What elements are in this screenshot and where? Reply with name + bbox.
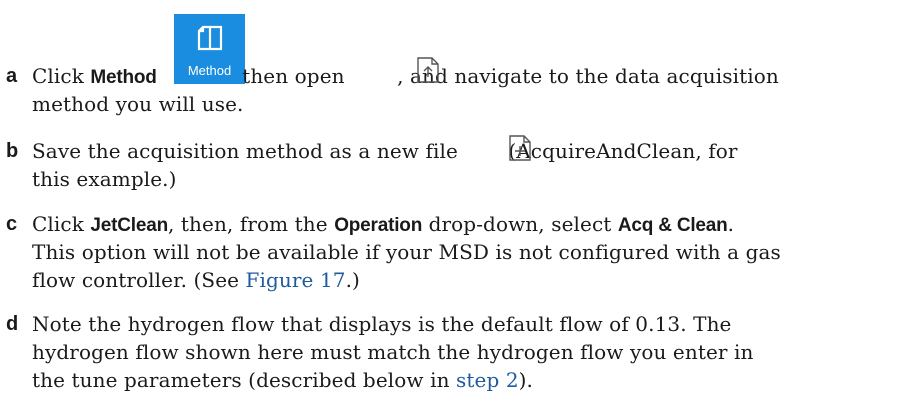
acq-clean-label: Acq & Clean [617, 215, 728, 236]
text: Save the acquisition method as a new fil… [32, 139, 465, 163]
text: (AcquireAndClean, for [508, 139, 738, 163]
text: method you will use. [32, 92, 244, 116]
step-line: this example.) [32, 165, 177, 193]
text: hydrogen flow shown here must match the … [32, 340, 754, 364]
step-line: Click JetClean, then, from the Operation… [32, 210, 734, 240]
step-line: Note the hydrogen flow that displays is … [32, 310, 732, 338]
step-line: Save the acquisition method as a new fil… [32, 137, 738, 165]
operation-label: Operation [334, 215, 423, 236]
text: ). [518, 368, 534, 392]
text: .) [345, 268, 360, 292]
step-line: flow controller. (See Figure 17.) [32, 266, 360, 294]
step-letter: b [6, 140, 19, 162]
step-line: Click Method then open , and navigate to… [32, 62, 779, 92]
text: , then, from the [167, 212, 335, 236]
text: . [727, 212, 735, 236]
document-page: Method a Click Method then open , and na… [0, 0, 899, 401]
method-icon [197, 25, 223, 51]
step-line: This option will not be available if you… [32, 238, 781, 266]
figure-link[interactable]: Figure 17 [246, 268, 346, 292]
text: then open [235, 64, 352, 88]
step-line: method you will use. [32, 90, 244, 118]
step-letter: d [6, 313, 19, 335]
text: Click [32, 212, 91, 236]
step-line: hydrogen flow shown here must match the … [32, 338, 754, 366]
text: the tune parameters (described below in [32, 368, 457, 392]
new-file-icon[interactable] [507, 134, 533, 162]
step-link[interactable]: step 2 [456, 368, 519, 392]
jetclean-label: JetClean [90, 215, 168, 236]
text: drop-down, select [422, 212, 618, 236]
text: , and navigate to the data acquisition [397, 64, 779, 88]
text: Click [32, 64, 91, 88]
text: Note the hydrogen flow that displays is … [32, 312, 732, 336]
open-file-icon[interactable] [415, 56, 441, 84]
step-letter: c [6, 213, 18, 235]
text: this example.) [32, 167, 177, 191]
text: This option will not be available if you… [32, 240, 781, 264]
step-line: the tune parameters (described below in … [32, 366, 533, 394]
step-letter: a [6, 65, 18, 87]
text: flow controller. (See [32, 268, 246, 292]
method-label: Method [90, 67, 157, 88]
